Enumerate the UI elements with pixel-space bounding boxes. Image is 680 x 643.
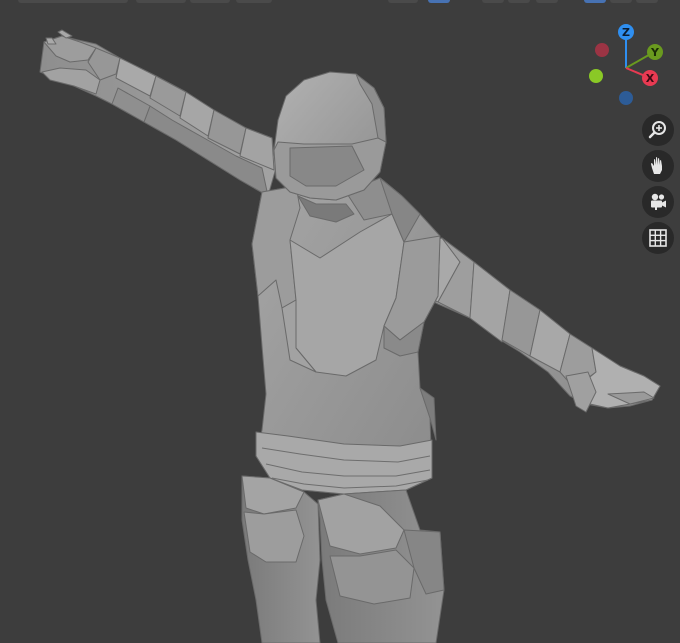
navigation-gizmo[interactable]: Z Y X [582,22,674,112]
legs [241,475,445,643]
gizmo-x-label: X [646,72,655,85]
gizmo-z-handle[interactable]: Z [618,24,634,40]
gizmo-x-handle[interactable]: X [642,70,658,86]
left-arm [39,29,277,197]
torso [251,177,441,495]
camera-icon [651,193,666,210]
gizmo-z-label: Z [622,26,630,39]
gizmo-y-handle[interactable]: Y [647,44,663,60]
orthographic-toggle-button[interactable] [642,222,674,254]
grid-icon [649,229,667,247]
gizmo-neg-y-handle[interactable] [589,69,603,83]
right-arm [403,237,661,413]
gizmo-neg-z-handle[interactable] [619,91,633,105]
3d-viewport[interactable]: Z Y X [0,0,680,643]
pan-hand-icon [651,157,662,174]
zoom-button[interactable] [642,114,674,146]
zoom-icon [648,121,666,139]
camera-view-button[interactable] [642,186,674,218]
gizmo-y-label: Y [650,46,660,59]
armored-character-model[interactable] [0,0,680,643]
pan-button[interactable] [642,150,674,182]
gizmo-neg-x-handle[interactable] [595,43,609,57]
